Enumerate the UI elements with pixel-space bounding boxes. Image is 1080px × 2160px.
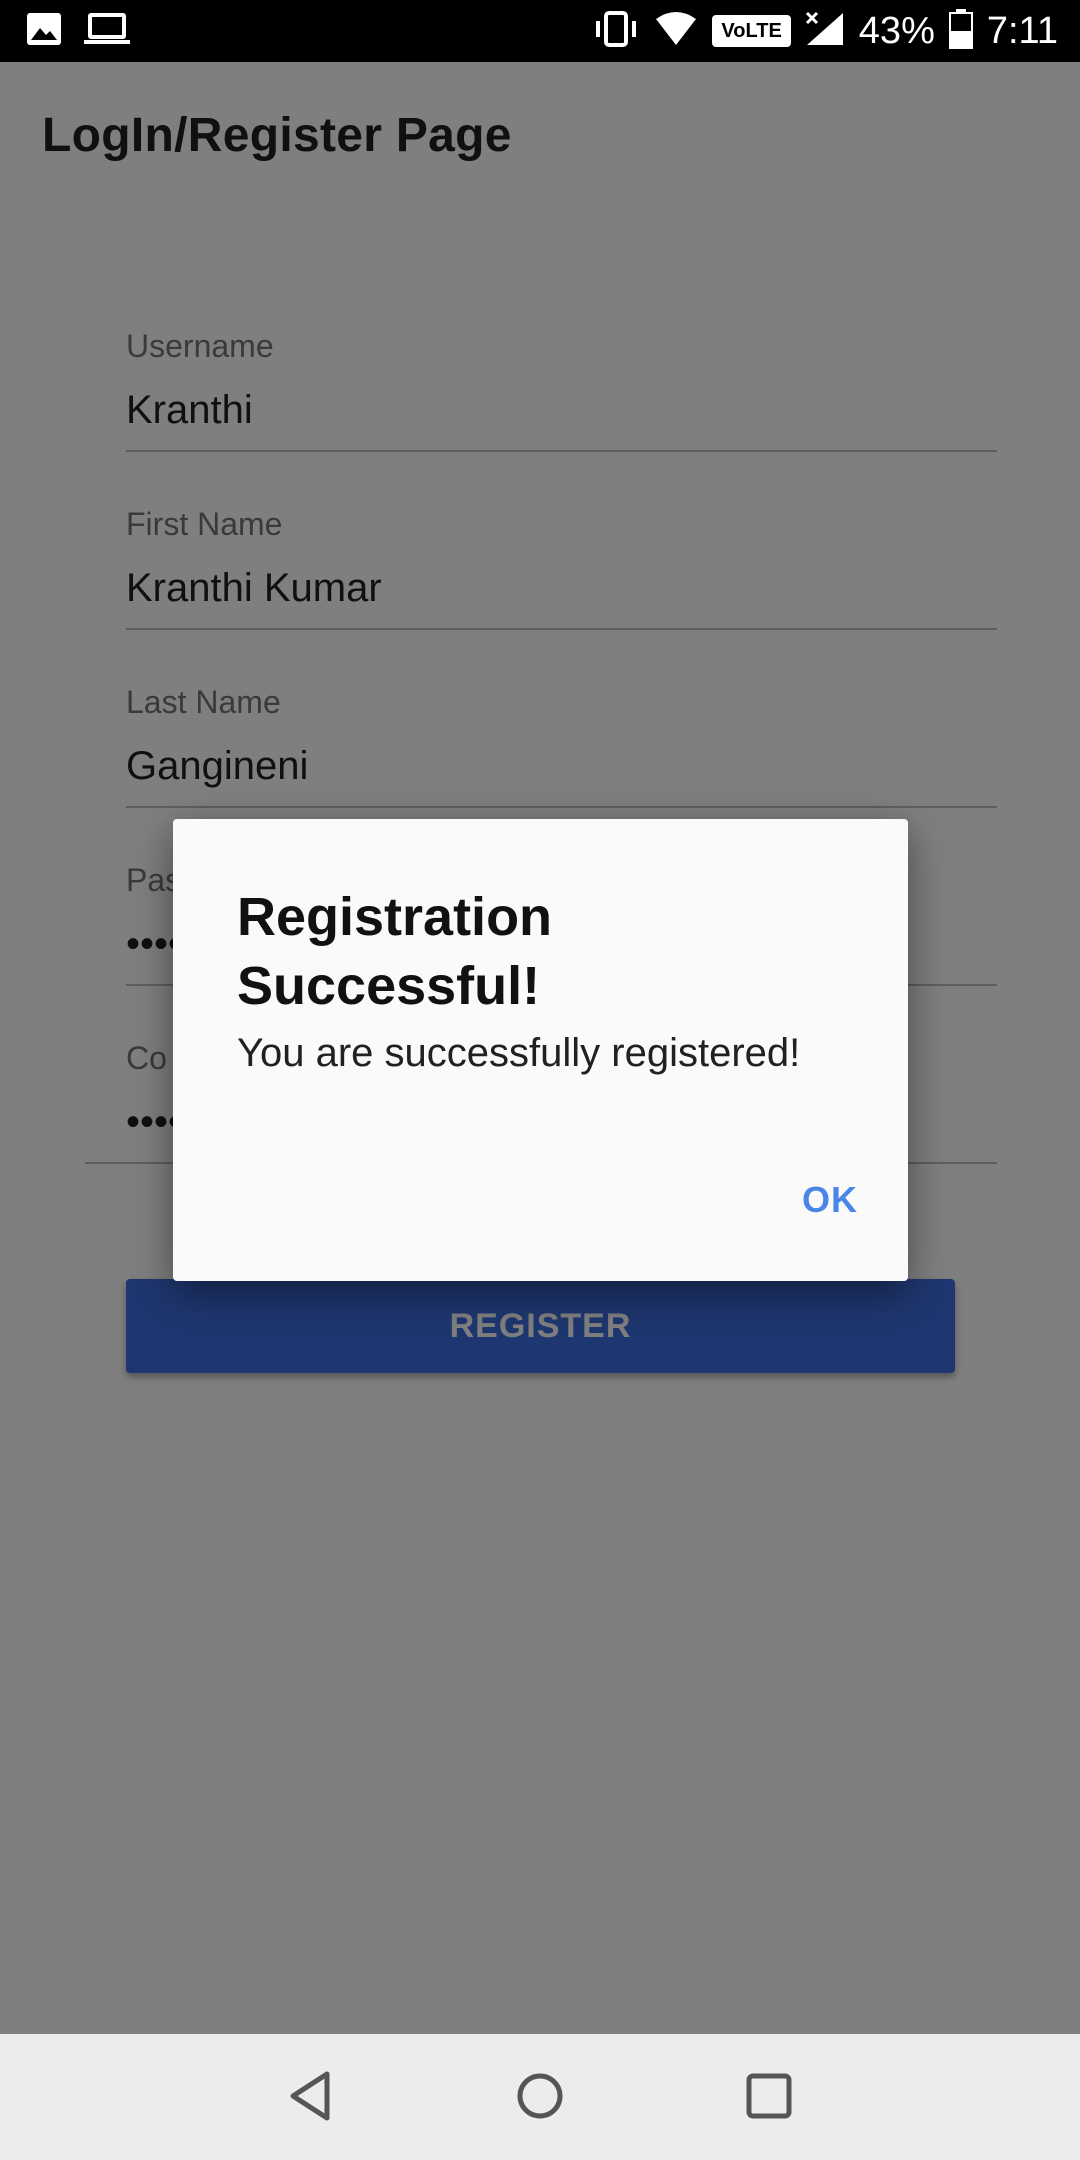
wifi-icon bbox=[654, 11, 698, 52]
battery-percent: 43% bbox=[858, 9, 935, 52]
navigation-bar bbox=[0, 2034, 1080, 2160]
status-bar: VoLTE 43% 7:11 bbox=[0, 0, 1080, 62]
dialog-message: You are successfully registered! bbox=[237, 1031, 801, 1075]
battery-icon bbox=[948, 8, 973, 54]
signal-icon bbox=[805, 11, 845, 52]
home-icon[interactable] bbox=[515, 2070, 565, 2127]
success-dialog: Registration Successful! You are success… bbox=[173, 819, 908, 1281]
gallery-icon bbox=[26, 12, 62, 51]
laptop-icon bbox=[84, 12, 130, 51]
volte-icon: VoLTE bbox=[712, 15, 791, 47]
recents-icon[interactable] bbox=[745, 2070, 793, 2127]
clock: 7:11 bbox=[986, 9, 1058, 52]
back-icon[interactable] bbox=[287, 2070, 335, 2127]
vibrate-icon bbox=[592, 10, 640, 52]
ok-button[interactable]: OK bbox=[802, 1179, 858, 1221]
dialog-title: Registration Successful! bbox=[237, 887, 553, 1016]
